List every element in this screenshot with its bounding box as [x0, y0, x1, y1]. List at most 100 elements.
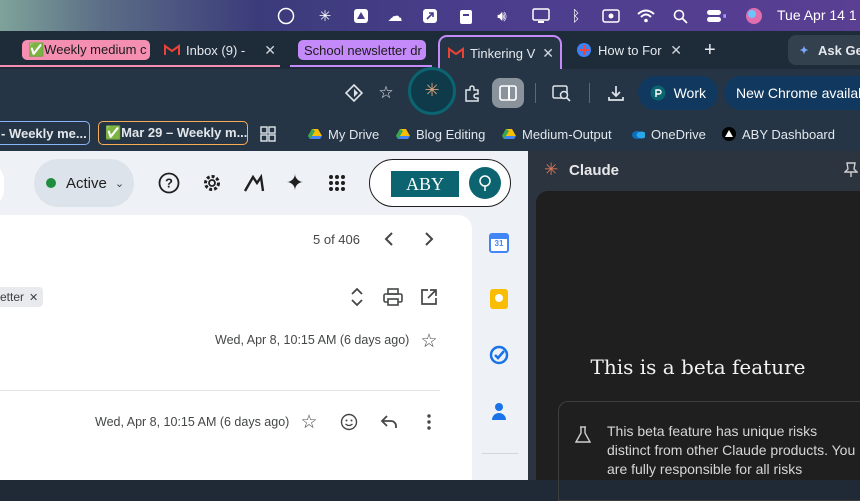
- print-icon[interactable]: [381, 285, 405, 309]
- side-panel-icon: [499, 85, 517, 101]
- close-icon[interactable]: ✕: [29, 291, 38, 304]
- emoji-react-icon[interactable]: [337, 410, 361, 434]
- message-date: Wed, Apr 8, 10:15 AM (6 days ago): [215, 333, 410, 347]
- tab-how-to[interactable]: How to For ✕: [576, 35, 686, 65]
- claude-sparkle-icon[interactable]: ✳: [315, 6, 335, 26]
- avatar[interactable]: [469, 167, 501, 199]
- bookmark-my-drive[interactable]: My Drive: [308, 122, 379, 146]
- search-box-edge[interactable]: [0, 163, 4, 207]
- calendar-icon[interactable]: 31: [489, 233, 509, 253]
- bluetooth-icon[interactable]: ᛒ: [566, 6, 586, 26]
- display-icon[interactable]: [531, 6, 551, 26]
- ask-gemini-button[interactable]: ✦ Ask Ge: [788, 35, 860, 65]
- gmail-icon: [164, 42, 180, 58]
- triangle-logo-icon: [722, 127, 736, 141]
- keep-icon[interactable]: [490, 289, 508, 309]
- bookmark-medium-output[interactable]: Medium-Output: [502, 122, 612, 146]
- help-icon[interactable]: ?: [157, 171, 181, 195]
- onedrive-cloud-icon: [631, 127, 645, 141]
- profile-icon: [479, 175, 491, 191]
- circle-status-icon[interactable]: [276, 6, 296, 26]
- more-vert-icon[interactable]: [417, 410, 441, 434]
- bookmark-blog-editing[interactable]: Blog Editing: [396, 122, 485, 146]
- download-icon[interactable]: [604, 81, 628, 105]
- bookmark-aby-dashboard[interactable]: ABY Dashboard: [722, 122, 835, 146]
- gmail-icon: [448, 45, 464, 61]
- tab-group-school-newsletter[interactable]: School newsletter dr: [298, 40, 426, 60]
- gemini-sparkle-icon[interactable]: ✦: [283, 170, 307, 195]
- group-underline: [0, 65, 280, 67]
- contacts-icon[interactable]: [490, 401, 508, 421]
- wifi-icon[interactable]: [636, 6, 656, 26]
- menu-bar: ✳ ☁ 🔊︎ ᛒ Tue Apr 14 1: [0, 0, 860, 31]
- apps-grid-icon[interactable]: [260, 122, 276, 146]
- search-icon[interactable]: [670, 6, 690, 26]
- tasks-icon[interactable]: [489, 345, 509, 365]
- tab-tinkering-active[interactable]: Tinkering V ✕: [438, 35, 562, 69]
- chevron-right-icon[interactable]: [417, 227, 441, 251]
- bookmarks-bar: - Weekly me... ✅Mar 29 – Weekly m... My …: [0, 117, 860, 151]
- shortcut-icon[interactable]: [420, 6, 440, 26]
- bookmark-onedrive[interactable]: OneDrive: [631, 122, 706, 146]
- profile-work-label: Work: [673, 85, 706, 101]
- clipboard-icon[interactable]: [456, 6, 476, 26]
- cloud-icon[interactable]: ☁: [385, 6, 405, 26]
- star-icon[interactable]: ☆: [417, 329, 441, 353]
- extensions-puzzle-icon[interactable]: [460, 81, 484, 105]
- status-dot-icon: [46, 178, 56, 188]
- toolbar-divider: [589, 83, 590, 103]
- chevron-down-icon: ⌄: [114, 177, 125, 190]
- tab-inbox[interactable]: Inbox (9) - ✕: [164, 35, 280, 65]
- side-apps-rail: 31: [472, 215, 528, 480]
- tab-group-weekly-medium[interactable]: ✅Weekly medium c: [22, 40, 150, 60]
- gemini-sparkle-icon: ✦: [799, 44, 809, 57]
- beta-heading: This is a beta feature: [590, 355, 806, 379]
- apps-grid-icon[interactable]: [325, 171, 349, 195]
- control-center-icon[interactable]: [706, 6, 726, 26]
- drive-icon: [502, 127, 516, 141]
- bookmark-star-icon[interactable]: ☆: [374, 81, 398, 105]
- settings-gear-icon[interactable]: [200, 171, 224, 195]
- status-active-label: Active: [66, 174, 107, 192]
- close-icon[interactable]: ✕: [264, 42, 276, 59]
- chevron-left-icon[interactable]: [377, 227, 401, 251]
- drive-icon[interactable]: [351, 6, 371, 26]
- tab-how-to-label: How to For: [598, 42, 662, 58]
- menu-clock[interactable]: Tue Apr 14 1: [777, 7, 857, 23]
- bookmark-mar-29[interactable]: ✅Mar 29 – Weekly m...: [98, 121, 248, 145]
- claude-extension-button[interactable]: ✳: [408, 67, 456, 115]
- pagination-count: 5 of 406: [313, 232, 360, 247]
- pin-icon[interactable]: [843, 162, 860, 178]
- message-date: Wed, Apr 8, 10:15 AM (6 days ago): [95, 415, 290, 429]
- group-underline-2: [290, 65, 432, 67]
- tab-strip: ✅Weekly medium c Inbox (9) - ✕ School ne…: [0, 31, 860, 69]
- new-tab-button[interactable]: +: [704, 35, 724, 65]
- star-icon[interactable]: ☆: [297, 410, 321, 434]
- site-controls-icon[interactable]: [342, 81, 366, 105]
- account-switcher[interactable]: ABY: [369, 159, 511, 207]
- message-divider: [0, 390, 440, 391]
- search-tabs-icon[interactable]: [550, 81, 574, 105]
- open-new-window-icon[interactable]: [417, 285, 441, 309]
- claude-sparkle-icon: ✳: [544, 160, 559, 179]
- claude-panel-body: This is a beta feature This beta feature…: [536, 191, 860, 501]
- chrome-update-button[interactable]: New Chrome availab: [724, 76, 860, 110]
- volume-icon[interactable]: 🔊︎: [492, 6, 512, 26]
- screen-record-icon[interactable]: [601, 6, 621, 26]
- profile-work-button[interactable]: Work: [638, 76, 718, 110]
- close-icon[interactable]: ✕: [542, 45, 554, 62]
- gemini-tools-icon[interactable]: [242, 171, 266, 195]
- close-icon[interactable]: ✕: [670, 42, 682, 59]
- reply-icon[interactable]: [377, 410, 401, 434]
- email-view: 5 of 406 etter ✕ Wed, Apr 8, 10:15 AM (6…: [0, 215, 472, 480]
- rail-divider: [482, 453, 518, 454]
- siri-icon[interactable]: [744, 6, 764, 26]
- side-panel-button[interactable]: [492, 78, 524, 108]
- toolbar-divider: [535, 83, 536, 103]
- flask-icon: [574, 426, 592, 444]
- expand-collapse-icon[interactable]: [345, 285, 369, 309]
- label-chip[interactable]: etter ✕: [0, 287, 43, 307]
- bookmark-weekly-medium[interactable]: - Weekly me...: [0, 121, 90, 145]
- tab-inbox-label: Inbox (9) -: [186, 42, 246, 58]
- status-active-button[interactable]: Active ⌄: [34, 159, 134, 207]
